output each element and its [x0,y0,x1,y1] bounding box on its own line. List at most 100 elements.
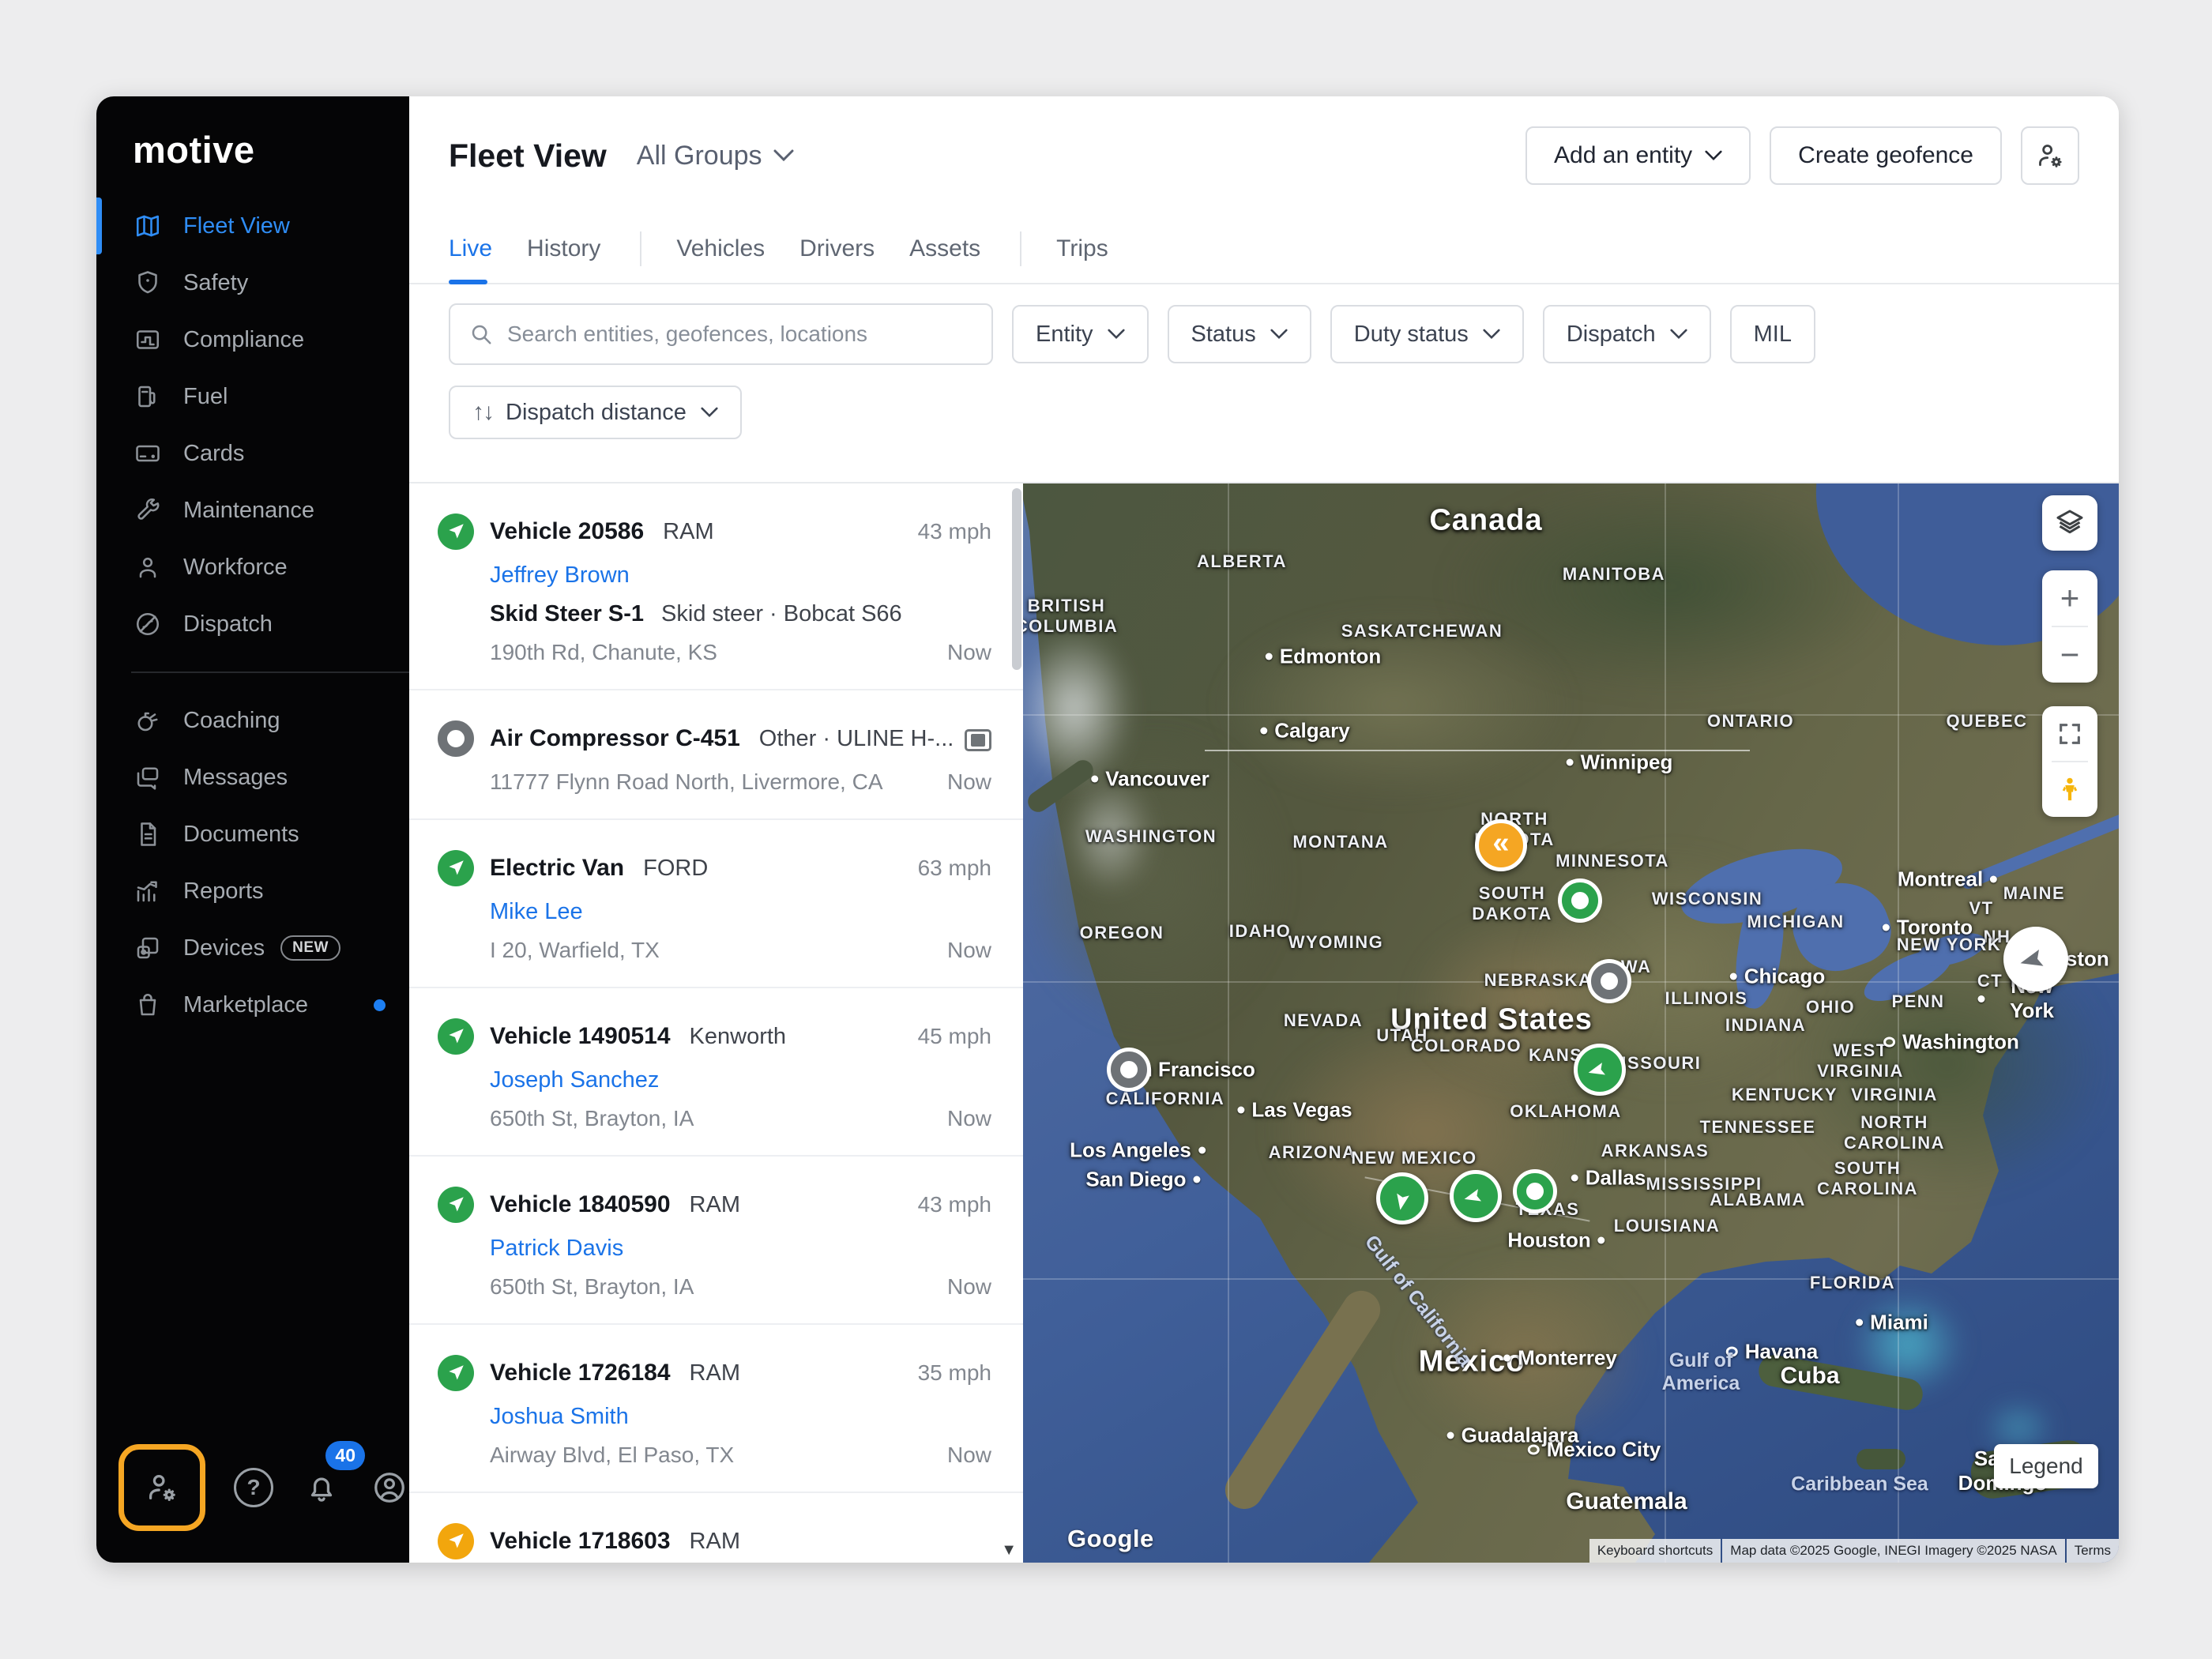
graticule [1228,483,1229,1563]
terrain-colorado [1363,878,1695,1123]
label-text: Miami [1870,1311,1928,1335]
label-text: Monterrey [1518,1346,1617,1371]
sidebar-item-fleet-view[interactable]: Fleet View [96,198,409,254]
map-canvas[interactable]: CanadaUnited StatesMexicoALBERTAMANITOBA… [1023,483,2119,1563]
duty-status-filter-button[interactable]: Duty status [1330,305,1524,363]
sidebar-item-marketplace[interactable]: Marketplace [96,976,409,1033]
lake-huron [1781,869,1900,983]
sidebar-item-reports[interactable]: Reports [96,863,409,920]
sidebar-item-workforce[interactable]: Workforce [96,539,409,596]
content-area: Vehicle 20586RAM43 mphJeffrey BrownSkid … [409,482,2119,1563]
label-text: Edmonton [1280,645,1382,669]
vehicle-marker-moving-tx1[interactable] [1450,1170,1502,1222]
list-item-vehicle-1726184[interactable]: Vehicle 1726184RAM35 mphJoshua SmithAirw… [409,1325,1023,1493]
sidebar: Motive Fleet ViewSafetyComplianceFuelCar… [96,96,409,1563]
search-input-box[interactable] [449,303,993,365]
entity-filter-label: Entity [1036,322,1093,348]
vehicle-marker-moving-mo[interactable] [1574,1044,1626,1096]
sidebar-item-devices[interactable]: DevicesNEW [96,920,409,976]
vehicle-make: Other · ULINE H-... [759,726,954,752]
tab-live[interactable]: Live [449,215,492,283]
dispatch-filter-button[interactable]: Dispatch [1543,305,1711,363]
sidebar-item-maintenance[interactable]: Maintenance [96,482,409,539]
tab-vehicles[interactable]: Vehicles [676,215,765,283]
notifications-bell-icon[interactable]: 40 [288,1454,356,1522]
label-text: OREGON [1080,923,1164,943]
entity-filter-button[interactable]: Entity [1012,305,1149,363]
status-filter-button[interactable]: Status [1168,305,1311,363]
sidebar-item-documents[interactable]: Documents [96,806,409,863]
city-dot [1990,876,1997,883]
vehicle-marker-moving-elpaso[interactable] [1376,1172,1428,1224]
vehicle-marker-idle-nd[interactable]: « [1475,819,1527,871]
vehicle-marker-stopped-mn[interactable] [1562,882,1598,919]
driver-link[interactable]: Jeffrey Brown [490,562,991,589]
label-text: MISSISSIPPI [1646,1174,1762,1194]
device-icon [965,729,991,751]
map-label-ontario: ONTARIO [1707,711,1794,732]
list-item-vehicle-20586[interactable]: Vehicle 20586RAM43 mphJeffrey BrownSkid … [409,483,1023,690]
last-update-time: Now [947,1443,991,1468]
map-label-montana: MONTANA [1292,832,1388,852]
lake-erie [1857,939,1958,1011]
legend-button[interactable]: Legend [1994,1444,2098,1488]
tab-history[interactable]: History [527,215,600,283]
keyboard-shortcuts-link[interactable]: Keyboard shortcuts [1589,1539,1721,1563]
asset-marker-sf[interactable] [1111,1051,1147,1088]
map-layers-button[interactable] [2042,495,2097,551]
search-input[interactable] [506,321,972,348]
vehicle-marker-boston[interactable] [2003,927,2068,991]
sort-dispatch-distance-button[interactable]: ↑↓ Dispatch distance [449,386,742,439]
add-entity-button[interactable]: Add an entity [1525,126,1751,185]
sidebar-item-label: Workforce [183,555,288,581]
list-item-vehicle-1490514[interactable]: Vehicle 1490514Kenworth45 mphJoseph Sanc… [409,988,1023,1157]
asset-marker-ia[interactable] [1591,963,1627,999]
compliance-icon [133,325,163,355]
city-dot [1237,1107,1244,1114]
sidebar-item-coaching[interactable]: Coaching [96,692,409,749]
sidebar-item-compliance[interactable]: Compliance [96,311,409,368]
vehicle-marker-stopped-tx[interactable] [1517,1173,1553,1209]
fullscreen-button[interactable] [2042,706,2097,761]
sidebar-item-fuel[interactable]: Fuel [96,368,409,425]
map-label-saskatchewan: SASKATCHEWAN [1341,621,1503,641]
sidebar-item-dispatch[interactable]: Dispatch [96,596,409,653]
pegman-button[interactable] [2042,762,2097,817]
sidebar-item-messages[interactable]: Messages [96,749,409,806]
label-text: QUEBEC [1946,711,2027,732]
vehicle-title-row: Vehicle 20586RAM43 mph [438,514,991,550]
label-text: SASKATCHEWAN [1341,621,1503,641]
admin-settings-button[interactable] [2021,126,2079,185]
list-item-air-compressor-c-451[interactable]: Air Compressor C-451Other · ULINE H-...1… [409,690,1023,820]
driver-link[interactable]: Joseph Sanchez [490,1067,991,1093]
driver-link[interactable]: Mike Lee [490,899,991,925]
zoom-out-button[interactable]: − [2042,627,2097,683]
list-item-vehicle-1718603[interactable]: Vehicle 1718603RAM [409,1493,1023,1563]
admin-highlight-box[interactable] [118,1444,205,1531]
sidebar-item-cards[interactable]: Cards [96,425,409,482]
zoom-in-button[interactable]: + [2042,570,2097,626]
bahamas-banks [1821,1266,1995,1424]
admin-gear-icon[interactable] [128,1454,196,1522]
mil-filter-button[interactable]: MIL [1730,305,1815,363]
page-title: Fleet View [449,137,607,175]
list-scroll-down-arrow[interactable]: ▼ [1001,1541,1017,1559]
group-selector[interactable]: All Groups [637,141,794,171]
tab-drivers[interactable]: Drivers [799,215,875,283]
sidebar-item-safety[interactable]: Safety [96,254,409,311]
list-item-vehicle-1840590[interactable]: Vehicle 1840590RAM43 mphPatrick Davis650… [409,1157,1023,1325]
create-geofence-button[interactable]: Create geofence [1770,126,2002,185]
tab-trips[interactable]: Trips [1056,215,1108,283]
list-item-electric-van[interactable]: Electric VanFORD63 mphMike LeeI 20, Warf… [409,820,1023,988]
terms-link[interactable]: Terms [2067,1539,2119,1563]
help-icon[interactable]: ? [220,1454,288,1522]
vehicle-title-row: Vehicle 1718603RAM [438,1523,991,1559]
driver-link[interactable]: Patrick Davis [490,1236,991,1262]
terrain-snow [1023,586,1165,831]
map-label-arizona: ARIZONA [1269,1142,1356,1163]
tab-assets[interactable]: Assets [909,215,980,283]
map-label-north-carolina: NORTH CAROLINA [1844,1112,1945,1153]
map-label-oregon: OREGON [1080,923,1164,943]
list-scrollbar-thumb[interactable] [1012,488,1021,670]
driver-link[interactable]: Joshua Smith [490,1404,991,1430]
